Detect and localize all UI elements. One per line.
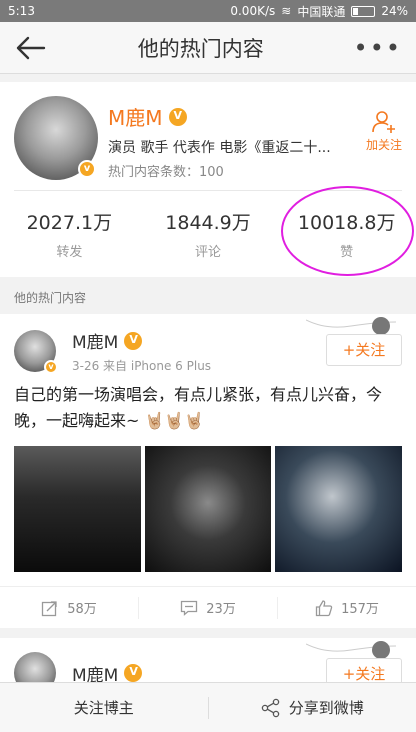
share-icon [261,698,279,717]
stats-row: 2027.1万 转发 1844.9万 评论 10018.8万 赞 [0,186,416,277]
share-weibo-button[interactable]: 分享到微博 [209,697,416,718]
post-actions: 58万 23万 157万 [0,586,416,628]
verified-badge-icon: v [44,360,58,374]
photo-grid [0,434,416,586]
more-options-button[interactable]: ••• [354,34,402,62]
verified-badge-icon: v [78,160,96,178]
post-text: 自己的第一场演唱会，有点儿紧张，有点儿兴奋，今晚，一起嗨起来~ 🤘🏼🤘🏼🤘🏼 [14,385,383,430]
post-photo-3[interactable] [275,446,403,572]
thumbs-up-icon [315,599,333,616]
comment-icon [181,600,198,616]
nav-bar: 他的热门内容 ••• [0,22,416,74]
back-button[interactable] [14,31,48,65]
stat-repost-value: 2027.1万 [26,212,113,234]
add-follow-button[interactable]: 加关注 [366,108,402,153]
profile-avatar[interactable]: v [14,96,98,180]
add-follow-label: 加关注 [365,138,402,152]
post-username[interactable]: M鹿M [72,328,118,353]
battery-icon [351,5,376,17]
stat-comment-value: 1844.9万 [165,212,251,234]
stat-comment-label: 评论 [195,245,222,260]
like-count: 157万 [341,602,379,617]
status-time: 5:13 [8,4,35,18]
wifi-icon: ≋ [281,4,292,18]
stat-repost: 2027.1万 转发 [0,208,139,260]
vip-icon [124,664,143,682]
post-photo-1[interactable] [14,446,141,572]
profile-description: 演员 歌手 代表作 电影《重返二十... [108,140,331,156]
follow-blogger-button[interactable]: 关注博主 [0,697,208,718]
page-title: 他的热门内容 [137,36,264,61]
stat-like: 10018.8万 赞 [277,186,416,276]
back-arrow-icon [16,36,46,59]
add-user-icon [372,111,395,133]
post-avatar[interactable]: v [14,330,58,374]
profile-name[interactable]: M鹿M [108,102,163,131]
highlight-circle [281,186,415,276]
network-speed: 0.00K/s [230,4,276,18]
comment-button[interactable]: 23万 [139,596,278,619]
share-weibo-label: 分享到微博 [288,699,364,717]
vip-icon [124,331,143,350]
like-button[interactable]: 157万 [278,597,416,619]
repost-button[interactable]: 58万 [0,596,139,619]
follow-blogger-label: 关注博主 [73,699,134,717]
comment-count: 23万 [206,602,236,617]
post-meta: 3-26 来自 iPhone 6 Plus [72,359,212,373]
repost-count: 58万 [67,602,97,617]
battery-level: 24% [381,4,408,18]
stat-repost-label: 转发 [56,245,83,260]
post-photo-2[interactable] [144,446,272,572]
follow-button[interactable]: +关注 [326,334,402,366]
section-title: 他的热门内容 [14,291,87,305]
stat-comment: 1844.9万 评论 [139,208,278,260]
bottom-bar: 关注博主 分享到微博 [0,682,416,732]
vip-icon [168,107,187,126]
carrier-name: 中国联通 [297,4,346,19]
status-bar: 5:13 0.00K/s ≋ 中国联通 24% [0,0,416,22]
profile-card: v M鹿M 演员 歌手 代表作 电影《重返二十... 热门内容条数：100 加关… [0,82,416,277]
post-card: v M鹿M 3-26 来自 iPhone 6 Plus +关注 自己的第一场演唱… [0,314,416,628]
repost-icon [42,600,57,616]
hot-content-count: 热门内容条数：100 [108,165,224,180]
